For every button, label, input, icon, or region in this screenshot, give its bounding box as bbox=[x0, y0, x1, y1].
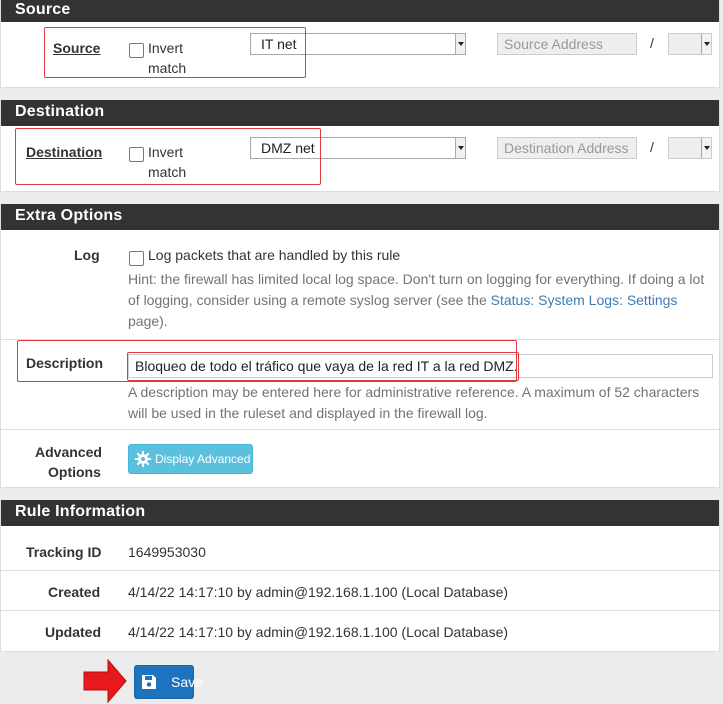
save-button[interactable]: Save bbox=[134, 665, 203, 699]
destination-address-input[interactable]: Destination Address bbox=[497, 137, 637, 159]
destination-mask-select[interactable] bbox=[668, 137, 712, 159]
tracking-id-label: Tracking ID bbox=[26, 544, 102, 560]
chevron-down-icon bbox=[455, 34, 465, 54]
description-value-highlight bbox=[127, 352, 519, 381]
updated-label: Updated bbox=[45, 624, 101, 640]
log-hint-line2: of logging, consider using a remote sysl… bbox=[128, 290, 713, 311]
divider bbox=[0, 610, 720, 611]
source-slash: / bbox=[650, 35, 654, 51]
extra-options-heading: Extra Options bbox=[1, 204, 719, 230]
updated-value: 4/14/22 14:17:10 by admin@192.168.1.100 … bbox=[128, 624, 509, 640]
floppy-disk-icon bbox=[142, 675, 156, 689]
source-highlight-box bbox=[44, 27, 306, 78]
log-hint-text: of logging, consider using a remote sysl… bbox=[128, 292, 491, 308]
destination-panel-heading: Destination bbox=[1, 100, 719, 126]
gear-icon bbox=[135, 451, 151, 467]
display-advanced-label: Display Advanced bbox=[155, 452, 251, 466]
created-value: 4/14/22 14:17:10 by admin@192.168.1.100 … bbox=[128, 584, 509, 600]
red-arrow-annotation bbox=[83, 658, 127, 704]
log-checkbox[interactable] bbox=[129, 251, 144, 266]
log-checkbox-label: Log packets that are handled by this rul… bbox=[148, 247, 401, 263]
source-panel-heading: Source bbox=[1, 0, 719, 22]
chevron-down-icon bbox=[455, 138, 465, 158]
log-hint: Hint: the firewall has limited local log… bbox=[128, 269, 713, 332]
source-address-input[interactable]: Source Address bbox=[497, 33, 637, 55]
created-label: Created bbox=[48, 584, 101, 600]
chevron-down-icon bbox=[701, 34, 711, 54]
chevron-down-icon bbox=[701, 138, 711, 158]
rule-information-heading: Rule Information bbox=[1, 500, 719, 526]
display-advanced-button[interactable]: Display Advanced bbox=[128, 444, 253, 474]
system-logs-settings-link[interactable]: Status: System Logs: Settings bbox=[491, 292, 678, 308]
destination-highlight-box bbox=[15, 128, 321, 185]
log-label: Log bbox=[74, 247, 100, 263]
log-hint-line1: Hint: the firewall has limited local log… bbox=[128, 271, 705, 287]
source-mask-select[interactable] bbox=[668, 33, 712, 55]
divider bbox=[0, 570, 720, 571]
advanced-options-label-2: Options bbox=[48, 464, 101, 480]
description-hint-line1: A description may be entered here for ad… bbox=[128, 384, 700, 400]
divider bbox=[0, 429, 720, 430]
description-hint: A description may be entered here for ad… bbox=[128, 382, 713, 424]
description-hint-line2: will be used in the ruleset and displaye… bbox=[128, 405, 488, 421]
destination-slash: / bbox=[650, 139, 654, 155]
save-label: Save bbox=[171, 674, 203, 690]
tracking-id-value: 1649953030 bbox=[128, 544, 206, 560]
advanced-options-label-1: Advanced bbox=[35, 444, 102, 460]
log-hint-line3: page). bbox=[128, 313, 168, 329]
